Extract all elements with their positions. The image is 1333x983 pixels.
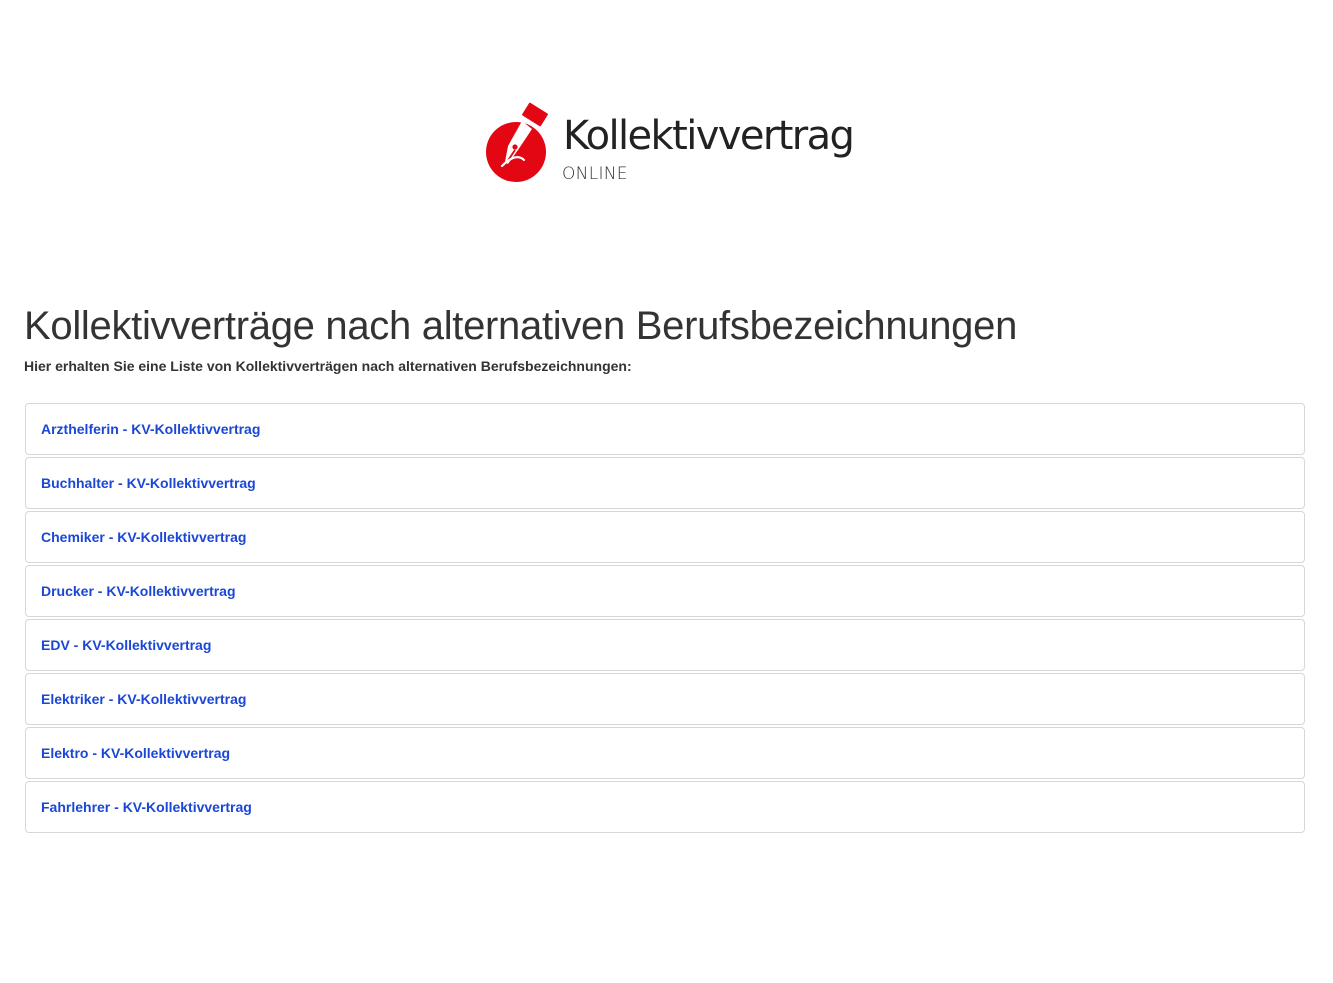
- list-item-link[interactable]: Elektriker - KV-Kollektivvertrag: [41, 691, 246, 707]
- logo-title: Kollektivvertrag: [563, 113, 855, 159]
- list-item-link[interactable]: Fahrlehrer - KV-Kollektivvertrag: [41, 799, 252, 815]
- logo-subtitle: ONLINE: [562, 164, 628, 184]
- list-item: Elektriker - KV-Kollektivvertrag: [25, 673, 1305, 725]
- fountain-pen-icon: [486, 102, 548, 182]
- list-item-link[interactable]: Arzthelferin - KV-Kollektivvertrag: [41, 421, 260, 437]
- list-item-link[interactable]: Buchhalter - KV-Kollektivvertrag: [41, 475, 256, 491]
- list-item-link[interactable]: Elektro - KV-Kollektivvertrag: [41, 745, 230, 761]
- site-logo[interactable]: Kollektivvertrag ONLINE: [484, 102, 855, 188]
- page-title: Kollektivverträge nach alternativen Beru…: [24, 304, 1018, 348]
- list-item-link[interactable]: Drucker - KV-Kollektivvertrag: [41, 583, 236, 599]
- list-item: EDV - KV-Kollektivvertrag: [25, 619, 1305, 671]
- list-item: Buchhalter - KV-Kollektivvertrag: [25, 457, 1305, 509]
- intro-text: Hier erhalten Sie eine Liste von Kollekt…: [24, 358, 632, 374]
- list-item: Elektro - KV-Kollektivvertrag: [25, 727, 1305, 779]
- list-item: Chemiker - KV-Kollektivvertrag: [25, 511, 1305, 563]
- list-item: Arzthelferin - KV-Kollektivvertrag: [25, 403, 1305, 455]
- list-item: Fahrlehrer - KV-Kollektivvertrag: [25, 781, 1305, 833]
- list-item-link[interactable]: EDV - KV-Kollektivvertrag: [41, 637, 211, 653]
- profession-list: Arzthelferin - KV-Kollektivvertrag Buchh…: [25, 403, 1305, 835]
- list-item: Drucker - KV-Kollektivvertrag: [25, 565, 1305, 617]
- list-item-link[interactable]: Chemiker - KV-Kollektivvertrag: [41, 529, 246, 545]
